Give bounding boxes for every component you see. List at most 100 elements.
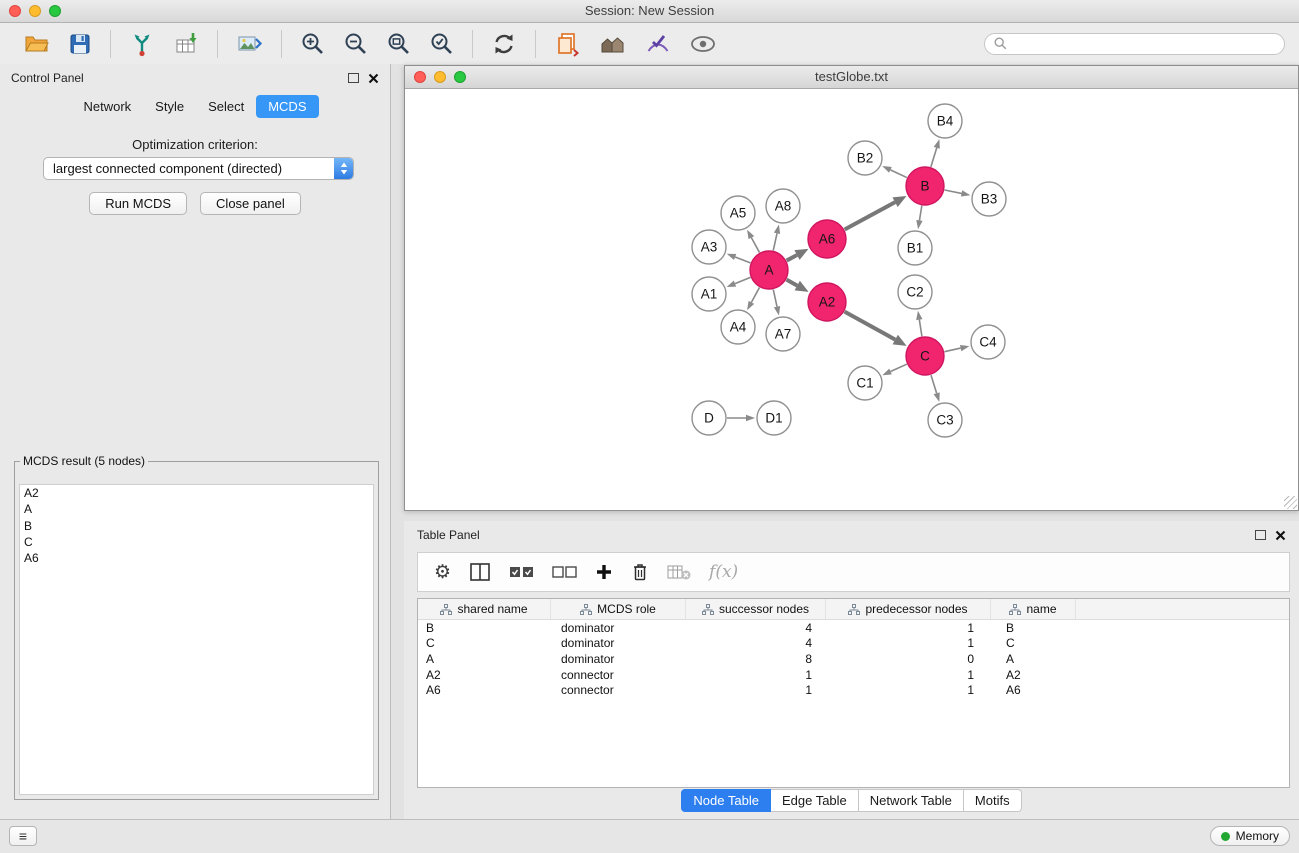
- cell-predecessor-nodes: 1: [826, 636, 991, 650]
- search-input[interactable]: [1013, 36, 1275, 52]
- zoom-in-button[interactable]: [298, 29, 327, 58]
- column-header-successor-nodes[interactable]: successor nodes: [686, 599, 826, 619]
- select-all-button[interactable]: [509, 564, 534, 580]
- graph-node-A7[interactable]: A7: [766, 317, 800, 351]
- graph-node-A4[interactable]: A4: [721, 310, 755, 344]
- session-file-button[interactable]: [552, 29, 583, 59]
- minimize-window-button[interactable]: [29, 5, 41, 17]
- tab-network-table[interactable]: Network Table: [859, 789, 964, 812]
- graph-node-A8[interactable]: A8: [766, 189, 800, 223]
- search-field[interactable]: [984, 33, 1285, 55]
- column-header-name[interactable]: name: [991, 599, 1076, 619]
- task-history-button[interactable]: ≡: [9, 826, 37, 846]
- cell-shared-name: C: [418, 636, 551, 650]
- zoom-fit-button[interactable]: [384, 29, 413, 58]
- network-window: testGlobe.txt B4B2BB3A5A8A6B1A3AC2A1A2A4…: [404, 65, 1299, 511]
- graph-node-C2[interactable]: C2: [898, 275, 932, 309]
- table-row[interactable]: A6connector11A6: [418, 682, 1289, 698]
- graph-node-D1[interactable]: D1: [757, 401, 791, 435]
- network-minimize-button[interactable]: [434, 71, 446, 83]
- network-zoom-button[interactable]: [454, 71, 466, 83]
- table-row[interactable]: Bdominator41B: [418, 620, 1289, 636]
- network-canvas[interactable]: B4 B2 B B3 A5 A8A6 B1 A3 A C2 A1 A2 A4 A7 C C4 C1 C3 D D1: [405, 89, 1298, 510]
- cell-name: A6: [991, 683, 1076, 697]
- graph-node-B2[interactable]: B2: [848, 141, 882, 175]
- network-graph[interactable]: B4 B2 B B3 A5 A8A6 B1 A3 A C2 A1 A2 A4 A7 C C4 C1 C3 D D1: [405, 89, 1298, 510]
- home-network-button[interactable]: [597, 30, 629, 58]
- export-image-button[interactable]: [234, 29, 265, 58]
- graph-node-B4[interactable]: B4: [928, 104, 962, 138]
- graph-node-B1[interactable]: B1: [898, 231, 932, 265]
- tab-node-table[interactable]: Node Table: [681, 789, 771, 812]
- graph-node-D[interactable]: D: [692, 401, 726, 435]
- graph-node-B3[interactable]: B3: [972, 182, 1006, 216]
- column-settings-button[interactable]: [469, 562, 491, 582]
- graph-node-A[interactable]: A: [750, 251, 788, 289]
- criterion-dropdown[interactable]: largest connected component (directed): [43, 157, 354, 180]
- zoom-selected-icon: [429, 31, 454, 56]
- graph-node-A3[interactable]: A3: [692, 230, 726, 264]
- table-row[interactable]: A2connector11A2: [418, 667, 1289, 683]
- graph-node-A6[interactable]: A6: [808, 220, 846, 258]
- close-table-panel-icon[interactable]: [1275, 530, 1286, 541]
- validate-style-button[interactable]: [643, 29, 673, 59]
- show-graphics-button[interactable]: [687, 31, 719, 57]
- tab-motifs[interactable]: Motifs: [964, 789, 1022, 812]
- import-network-button[interactable]: [127, 29, 157, 59]
- graph-node-A5[interactable]: A5: [721, 196, 755, 230]
- graph-node-B[interactable]: B: [906, 167, 944, 205]
- graph-node-C4[interactable]: C4: [971, 325, 1005, 359]
- run-mcds-button[interactable]: Run MCDS: [89, 192, 187, 215]
- column-header-MCDS-role[interactable]: MCDS role: [551, 599, 686, 619]
- tab-network[interactable]: Network: [71, 95, 143, 118]
- svg-text:A: A: [764, 263, 773, 278]
- graph-node-A2[interactable]: A2: [808, 283, 846, 321]
- tab-select[interactable]: Select: [196, 95, 256, 118]
- tab-edge-table[interactable]: Edge Table: [771, 789, 859, 812]
- deselect-all-button[interactable]: [552, 564, 577, 580]
- zoom-selected-button[interactable]: [427, 29, 456, 58]
- column-header-shared-name[interactable]: shared name: [418, 599, 551, 619]
- svg-text:D1: D1: [765, 411, 782, 426]
- close-panel-icon[interactable]: [368, 73, 379, 84]
- mcds-result-list[interactable]: A2ABCA6: [19, 484, 374, 795]
- table-row[interactable]: Cdominator41C: [418, 636, 1289, 652]
- table-row[interactable]: Adominator80A: [418, 651, 1289, 667]
- open-session-button[interactable]: [21, 29, 52, 58]
- float-panel-icon[interactable]: [348, 73, 359, 83]
- function-builder-button[interactable]: f(x): [709, 562, 738, 582]
- float-table-panel-icon[interactable]: [1255, 530, 1266, 540]
- column-header-predecessor-nodes[interactable]: predecessor nodes: [826, 599, 991, 619]
- tab-mcds[interactable]: MCDS: [256, 95, 318, 118]
- close-window-button[interactable]: [9, 5, 21, 17]
- zoom-window-button[interactable]: [49, 5, 61, 17]
- tab-style[interactable]: Style: [143, 95, 196, 118]
- table-settings-button[interactable]: ⚙: [434, 563, 451, 582]
- toolbar-separator: [217, 30, 218, 58]
- panel-splitter[interactable]: [391, 64, 404, 820]
- result-item[interactable]: B: [20, 518, 373, 534]
- add-row-button[interactable]: [595, 563, 613, 581]
- delete-row-button[interactable]: [631, 562, 649, 582]
- resize-grip[interactable]: [1284, 496, 1297, 509]
- result-item[interactable]: A6: [20, 550, 373, 566]
- import-table-button[interactable]: [171, 29, 201, 59]
- close-panel-button[interactable]: Close panel: [200, 192, 301, 215]
- delete-table-button[interactable]: [667, 563, 691, 581]
- refresh-layout-button[interactable]: [489, 29, 519, 59]
- result-item[interactable]: A2: [20, 485, 373, 501]
- graph-node-C3[interactable]: C3: [928, 403, 962, 437]
- dropdown-stepper-icon: [334, 158, 353, 179]
- result-item[interactable]: A: [20, 501, 373, 517]
- memory-button[interactable]: Memory: [1210, 826, 1290, 846]
- svg-text:A4: A4: [730, 320, 747, 335]
- main-toolbar: [0, 23, 1299, 65]
- node-table: shared nameMCDS rolesuccessor nodesprede…: [417, 598, 1290, 788]
- save-session-button[interactable]: [66, 30, 94, 58]
- result-item[interactable]: C: [20, 534, 373, 550]
- network-close-button[interactable]: [414, 71, 426, 83]
- graph-node-C1[interactable]: C1: [848, 366, 882, 400]
- graph-node-A1[interactable]: A1: [692, 277, 726, 311]
- zoom-out-button[interactable]: [341, 29, 370, 58]
- graph-node-C[interactable]: C: [906, 337, 944, 375]
